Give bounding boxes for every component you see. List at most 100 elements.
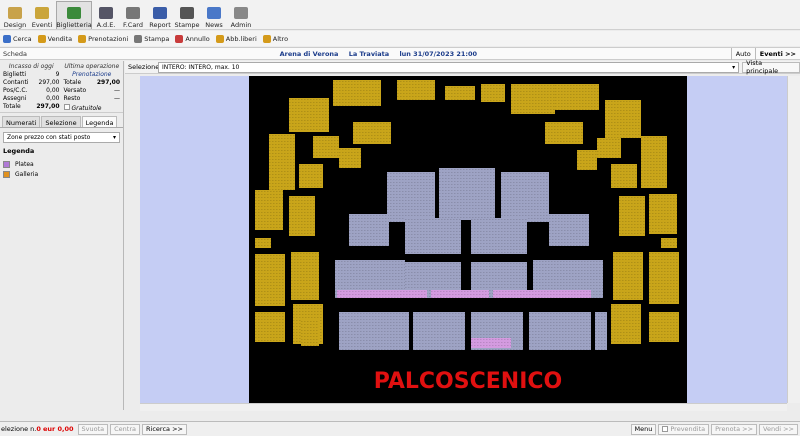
selected-seats[interactable] <box>471 338 511 348</box>
seat-map-svg[interactable]: PALCOSCENICO <box>249 76 687 404</box>
module-ade[interactable]: A.d.E. <box>93 1 119 29</box>
vertical-scrollbar[interactable] <box>787 76 800 403</box>
module-label: Report <box>149 21 171 29</box>
galleria-block[interactable] <box>339 148 361 168</box>
stat-value: 0,00 <box>46 87 60 94</box>
galleria-block[interactable] <box>289 98 329 132</box>
price-selection-select[interactable]: INTERO: INTERO, max. 10 ▾ <box>158 61 740 73</box>
galleria-block[interactable] <box>299 164 323 188</box>
galleria-block[interactable] <box>661 238 677 248</box>
galleria-block[interactable] <box>611 304 641 344</box>
galleria-block[interactable] <box>555 84 599 110</box>
action-cerca[interactable]: Cerca <box>3 34 32 43</box>
action-altro[interactable]: Altro <box>262 34 289 43</box>
prevendita-toggle[interactable]: Prevendita <box>658 423 710 435</box>
galleria-block[interactable] <box>289 196 315 236</box>
ricerca-button[interactable]: Ricerca >> <box>142 423 187 435</box>
platea-block[interactable] <box>529 312 591 350</box>
module-news[interactable]: News <box>201 1 227 29</box>
module-toolbar: Design Eventi Biglietteria A.d.E. F.Card Repo… <box>0 0 800 30</box>
galleria-block[interactable] <box>255 238 271 248</box>
module-admin[interactable]: Admin <box>228 1 254 29</box>
module-fcard[interactable]: F.Card <box>120 1 146 29</box>
module-eventi[interactable]: Eventi <box>29 1 55 29</box>
vendi-button[interactable]: Vendi >> <box>759 423 798 435</box>
selected-seats[interactable] <box>337 290 427 298</box>
platea-block[interactable] <box>413 312 465 350</box>
last-type: Prenotazione <box>72 71 112 78</box>
events-button[interactable]: Eventi >> <box>754 47 800 60</box>
module-biglietteria[interactable]: Biglietteria <box>56 1 92 29</box>
platea-block[interactable] <box>595 312 607 350</box>
module-design[interactable]: Design <box>2 1 28 29</box>
selected-seats[interactable] <box>493 290 591 298</box>
platea-block[interactable] <box>349 214 389 246</box>
platea-block[interactable] <box>471 218 527 254</box>
galleria-block[interactable] <box>577 150 597 170</box>
galleria-block[interactable] <box>649 194 677 234</box>
galleria-block[interactable] <box>333 80 381 106</box>
tab-legenda[interactable]: Legenda <box>81 116 118 127</box>
action-prenotazioni[interactable]: Prenotazioni <box>78 34 128 43</box>
galleria-block[interactable] <box>611 164 637 188</box>
card-icon <box>126 7 140 19</box>
galleria-block[interactable] <box>397 80 435 100</box>
module-report[interactable]: Report <box>147 1 173 29</box>
prenota-button[interactable]: Prenota >> <box>711 423 758 435</box>
horizontal-scrollbar[interactable] <box>140 403 787 411</box>
prevendita-checkbox[interactable] <box>662 426 669 432</box>
platea-block[interactable] <box>339 312 409 350</box>
svuota-button[interactable]: Svuota <box>77 423 109 435</box>
platea-block[interactable] <box>405 218 461 254</box>
stat-row: Versato — <box>64 87 121 95</box>
action-vendita[interactable]: Vendita <box>37 34 72 43</box>
selected-seats[interactable] <box>431 290 489 298</box>
platea-block[interactable] <box>439 168 495 220</box>
galleria-block[interactable] <box>445 86 475 100</box>
search-icon <box>3 34 11 43</box>
scheda-label[interactable]: Scheda <box>0 50 27 58</box>
galleria-block[interactable] <box>291 252 319 300</box>
last-header: Ultima operazione <box>64 63 120 70</box>
action-annullo[interactable]: Annullo <box>175 34 210 43</box>
action-label: Altro <box>272 34 289 43</box>
galleria-block[interactable] <box>605 100 641 138</box>
action-abbliberi[interactable]: Abb.liberi <box>215 34 257 43</box>
zone-select[interactable]: Zone prezzo con stati posto ▾ <box>3 132 120 143</box>
galleria-block[interactable] <box>255 190 283 230</box>
menu-button[interactable]: Menu <box>630 423 657 435</box>
main-view-button[interactable]: Vista principale <box>742 59 800 75</box>
galleria-block[interactable] <box>269 134 295 190</box>
stat-row: Totale 297,00 <box>3 103 60 111</box>
module-stampe[interactable]: Stampe <box>174 1 200 29</box>
galleria-block[interactable] <box>649 312 679 342</box>
galleria-block[interactable] <box>641 136 667 188</box>
galleria-block[interactable] <box>353 122 391 144</box>
galleria-block[interactable] <box>511 84 555 114</box>
seat-map[interactable]: PALCOSCENICO <box>249 76 687 404</box>
gratuitous-checkbox[interactable] <box>63 104 70 110</box>
action-stampa[interactable]: Stampa <box>134 34 169 43</box>
tab-selezione[interactable]: Selezione <box>41 116 81 127</box>
auto-button[interactable]: Auto <box>730 47 755 60</box>
galleria-block[interactable] <box>545 122 583 144</box>
galleria-block[interactable] <box>619 196 645 236</box>
galleria-block[interactable] <box>597 138 621 158</box>
panel-splitter[interactable] <box>125 76 140 410</box>
action-label: Cerca <box>13 34 32 43</box>
galleria-block[interactable] <box>313 136 339 158</box>
galleria-block[interactable] <box>255 312 285 342</box>
gratuitous-check[interactable]: Gratuitole <box>63 104 121 113</box>
galleria-block[interactable] <box>481 84 505 102</box>
stat-row: Totale 297,00 <box>64 79 121 87</box>
platea-block[interactable] <box>387 172 435 222</box>
platea-block[interactable] <box>501 172 549 222</box>
galleria-block[interactable] <box>301 320 319 346</box>
stat-row: Assegni 0,00 <box>3 95 60 103</box>
galleria-block[interactable] <box>613 252 643 300</box>
tab-numerati[interactable]: Numerati <box>2 116 41 127</box>
centra-button[interactable]: Centra <box>110 423 141 435</box>
platea-block[interactable] <box>549 214 589 246</box>
galleria-block[interactable] <box>649 252 679 304</box>
galleria-block[interactable] <box>255 254 285 306</box>
